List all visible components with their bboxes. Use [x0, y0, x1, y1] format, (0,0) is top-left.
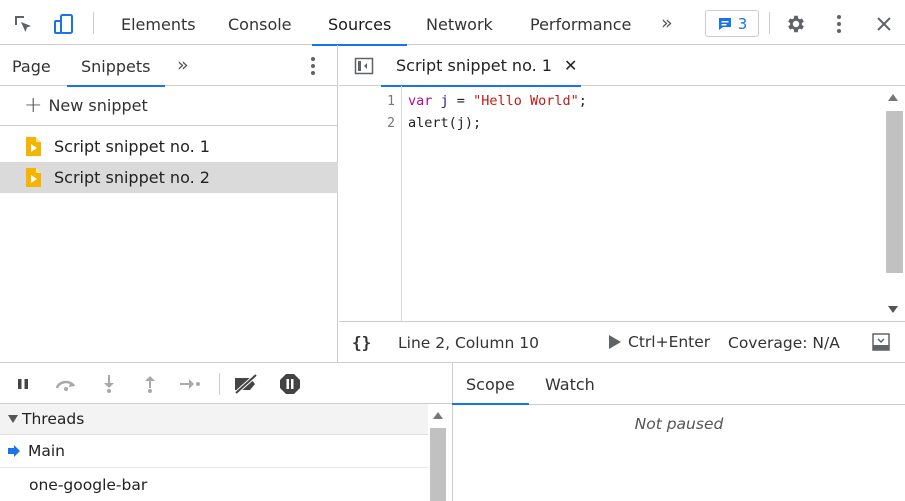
- more-options-icon[interactable]: [826, 11, 852, 37]
- line-number: 2: [387, 116, 395, 131]
- snippet-file-icon: [25, 167, 42, 188]
- play-icon: [609, 335, 621, 349]
- settings-gear-icon[interactable]: [783, 11, 809, 37]
- cursor-position: Line 2, Column 10: [398, 334, 539, 352]
- new-snippet-label: New snippet: [48, 96, 148, 115]
- scrollbar-thumb[interactable]: [886, 111, 903, 273]
- scope-watch-panel: Scope Watch Not paused: [452, 362, 905, 501]
- pause-icon[interactable]: [12, 373, 34, 395]
- code-keyword: var: [408, 93, 433, 109]
- tab-scope[interactable]: Scope: [452, 363, 529, 405]
- tab-watch[interactable]: Watch: [545, 363, 595, 404]
- snippet-item-1[interactable]: Script snippet no. 1: [0, 131, 338, 162]
- line-number-gutter: 1 2: [339, 86, 402, 321]
- navigator-tabs: Page Snippets »: [0, 45, 338, 87]
- issues-button[interactable]: 3: [705, 10, 759, 37]
- debugger-toolbar: [0, 362, 453, 404]
- tab-performance[interactable]: Performance: [530, 0, 631, 45]
- expand-triangle-icon: [8, 415, 18, 423]
- coverage-status: Coverage: N/A: [728, 334, 840, 352]
- code-semicolon: ;: [578, 93, 587, 109]
- scope-tabs: Scope Watch: [452, 363, 905, 405]
- device-toolbar-icon[interactable]: [50, 10, 78, 38]
- run-shortcut: Ctrl+Enter: [628, 333, 711, 351]
- editor-file-tab[interactable]: Script snippet no. 1 ✕: [381, 45, 581, 87]
- toggle-drawer-icon[interactable]: [871, 332, 891, 352]
- step-out-icon[interactable]: [139, 373, 161, 395]
- tab-console[interactable]: Console: [228, 0, 292, 45]
- more-tabs-button[interactable]: »: [661, 0, 673, 45]
- tab-snippets[interactable]: Snippets: [67, 45, 164, 87]
- issues-icon: [717, 16, 733, 32]
- editor-panel: Script snippet no. 1 ✕ 1 2 var j = "Hell…: [339, 45, 905, 362]
- snippet-name: Script snippet no. 1: [54, 137, 210, 156]
- not-paused-message: Not paused: [634, 415, 724, 433]
- toolbar-separator: [769, 12, 770, 34]
- run-snippet-button[interactable]: Ctrl+Enter: [609, 322, 710, 362]
- thread-name: one-google-bar: [29, 476, 148, 494]
- threads-pane: Threads Main one-google-bar: [0, 404, 453, 501]
- thread-item-main[interactable]: Main: [0, 435, 428, 468]
- step-icon[interactable]: [177, 373, 203, 395]
- code-variable: j: [440, 93, 449, 109]
- snippet-file-icon: [25, 136, 42, 157]
- thread-item-one-google-bar[interactable]: one-google-bar: [0, 469, 428, 501]
- inspect-element-icon[interactable]: [10, 11, 36, 37]
- threads-section-header[interactable]: Threads: [0, 404, 428, 435]
- pause-on-exceptions-icon[interactable]: [277, 372, 303, 396]
- step-into-icon[interactable]: [98, 373, 120, 395]
- new-snippet-button[interactable]: + New snippet: [0, 86, 338, 126]
- plus-icon: +: [24, 92, 43, 118]
- scroll-up-arrow-icon[interactable]: [433, 412, 443, 419]
- close-icon[interactable]: [871, 11, 897, 37]
- navigator-panel: Page Snippets » + New snippet Script sni…: [0, 45, 338, 362]
- editor-scrollbar[interactable]: [882, 86, 905, 321]
- close-tab-icon[interactable]: ✕: [564, 56, 577, 75]
- code-line-1[interactable]: var j = "Hello World";: [408, 93, 587, 109]
- navigator-more-tabs[interactable]: »: [177, 45, 189, 86]
- scroll-down-arrow-icon[interactable]: [888, 306, 898, 313]
- thread-name: Main: [28, 442, 66, 460]
- devtools-toolbar: Elements Console Sources Network Perform…: [0, 0, 905, 46]
- toggle-navigator-icon[interactable]: [353, 55, 375, 77]
- threads-scrollbar[interactable]: [428, 404, 448, 501]
- issues-count: 3: [737, 14, 748, 33]
- line-number: 1: [387, 94, 395, 109]
- threads-title: Threads: [22, 410, 85, 428]
- code-string: "Hello World": [473, 93, 579, 109]
- tab-sources[interactable]: Sources: [311, 0, 408, 46]
- editor-tab-title: Script snippet no. 1: [396, 56, 552, 75]
- snippet-item-2[interactable]: Script snippet no. 2: [0, 162, 338, 193]
- toolbar-separator: [93, 12, 94, 34]
- deactivate-breakpoints-icon[interactable]: [231, 372, 261, 396]
- code-operator: =: [448, 93, 474, 109]
- step-over-icon[interactable]: [53, 373, 79, 395]
- pretty-print-button[interactable]: {}: [352, 322, 371, 362]
- scroll-up-arrow-icon[interactable]: [888, 94, 898, 101]
- scrollbar-thumb[interactable]: [430, 428, 446, 501]
- tab-network[interactable]: Network: [426, 0, 493, 45]
- snippet-name: Script snippet no. 2: [54, 168, 210, 187]
- code-line-2[interactable]: alert(j);: [408, 115, 481, 131]
- tab-elements[interactable]: Elements: [121, 0, 196, 45]
- editor-tabs: Script snippet no. 1 ✕: [339, 45, 905, 87]
- navigator-menu-icon[interactable]: [302, 54, 324, 78]
- debug-toolbar-separator: [219, 373, 220, 395]
- tab-page[interactable]: Page: [12, 45, 51, 86]
- editor-status-bar: {} Line 2, Column 10 Ctrl+Enter Coverage…: [339, 321, 905, 362]
- current-thread-arrow-icon: [8, 445, 20, 457]
